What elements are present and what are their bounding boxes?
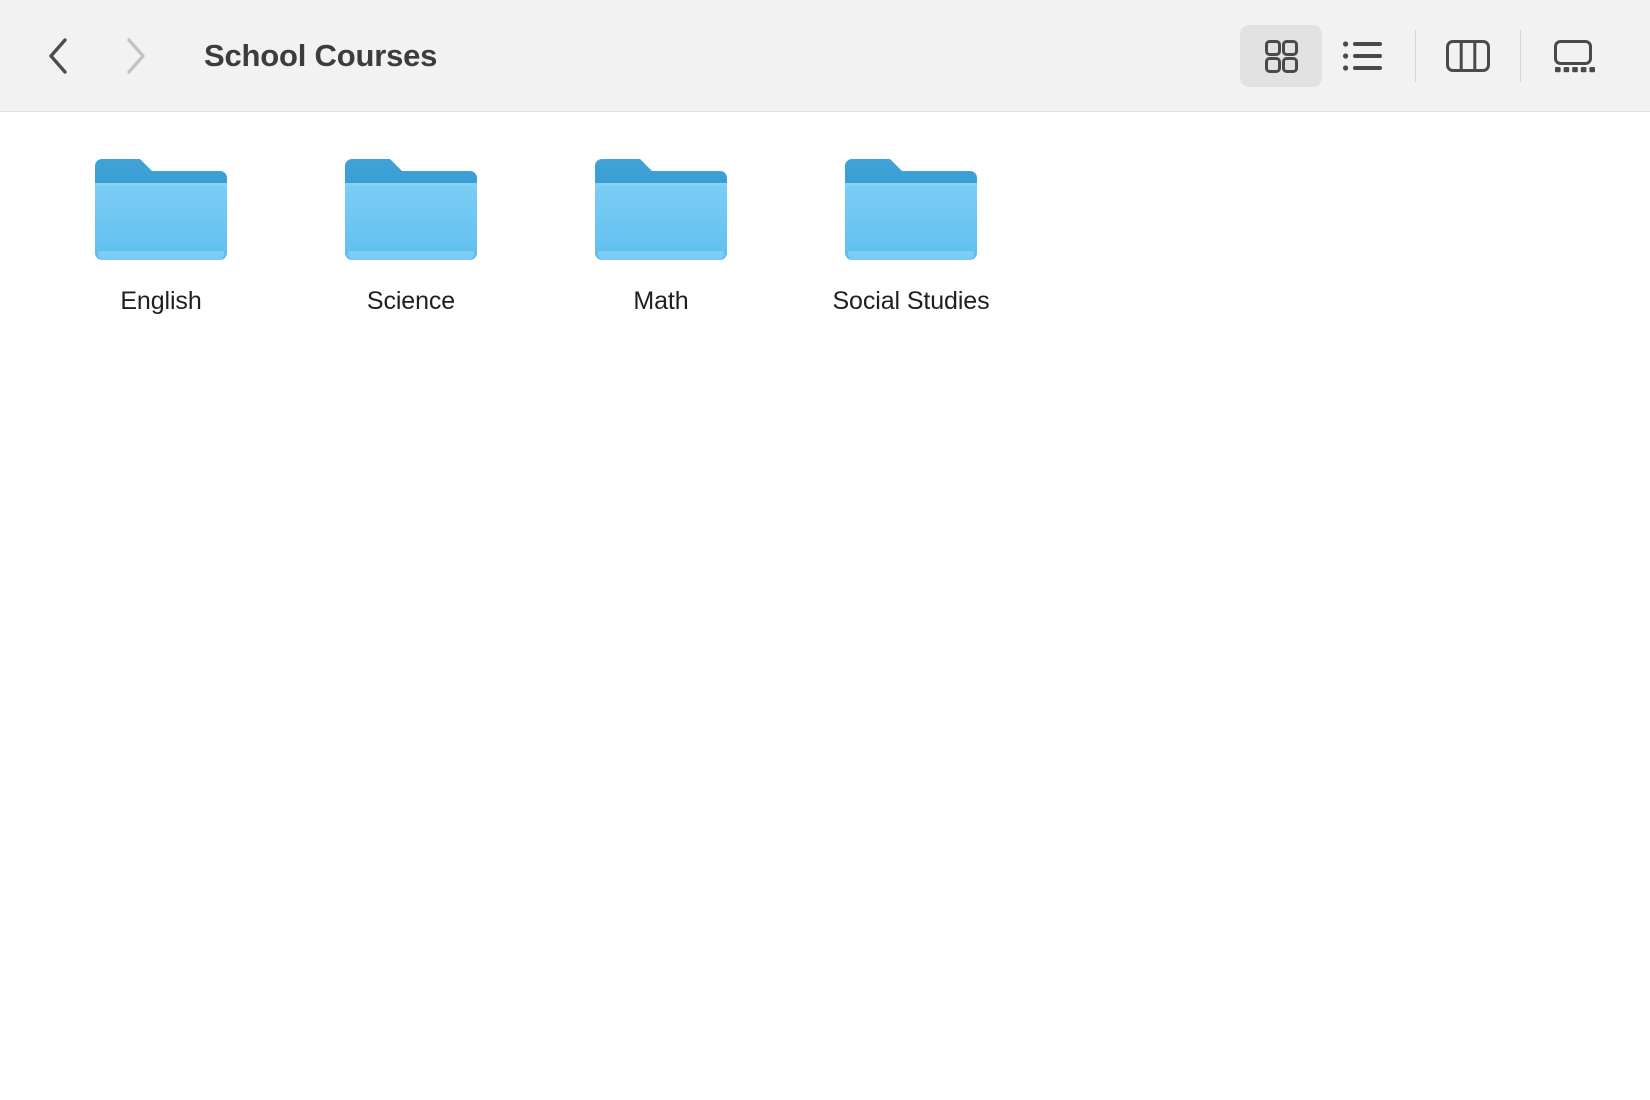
chevron-left-icon	[49, 37, 67, 74]
file-item-label: English	[120, 287, 202, 315]
file-item-label: Science	[366, 287, 456, 315]
icon-view-button[interactable]	[1240, 24, 1322, 87]
gallery-view-button[interactable]	[1532, 25, 1614, 87]
finder-window: School Courses English Science Math Soci…	[0, 0, 1650, 1100]
navigation-buttons	[34, 28, 160, 84]
folder-icon	[345, 159, 477, 260]
back-button[interactable]	[34, 28, 82, 84]
file-item-folder[interactable]: Science	[286, 148, 536, 332]
file-item-folder[interactable]: English	[36, 148, 286, 332]
icon-grid: English Science Math Social Studies	[0, 148, 1650, 332]
list-view-button[interactable]	[1322, 25, 1404, 87]
toolbar-separator-2	[1520, 29, 1521, 82]
view-switcher	[1240, 24, 1614, 87]
folder-icon	[595, 159, 727, 260]
file-item-folder[interactable]: Social Studies	[786, 148, 1036, 332]
page-title: School Courses	[204, 37, 438, 73]
column-view-button[interactable]	[1427, 25, 1509, 87]
chevron-right-icon	[127, 37, 145, 74]
folder-icon	[95, 159, 227, 260]
columns-icon	[1446, 39, 1490, 72]
folder-icon	[845, 159, 977, 260]
file-item-label: Social Studies	[832, 287, 990, 315]
toolbar: School Courses	[0, 0, 1650, 112]
forward-button[interactable]	[112, 28, 160, 84]
toolbar-separator	[1415, 29, 1416, 82]
file-item-folder[interactable]: Math	[536, 148, 786, 332]
list-icon	[1343, 40, 1382, 71]
grid-icon	[1265, 39, 1298, 73]
gallery-icon	[1554, 39, 1595, 72]
file-item-label: Math	[633, 287, 689, 315]
file-browser-content[interactable]: English Science Math Social Studies	[0, 112, 1650, 1100]
